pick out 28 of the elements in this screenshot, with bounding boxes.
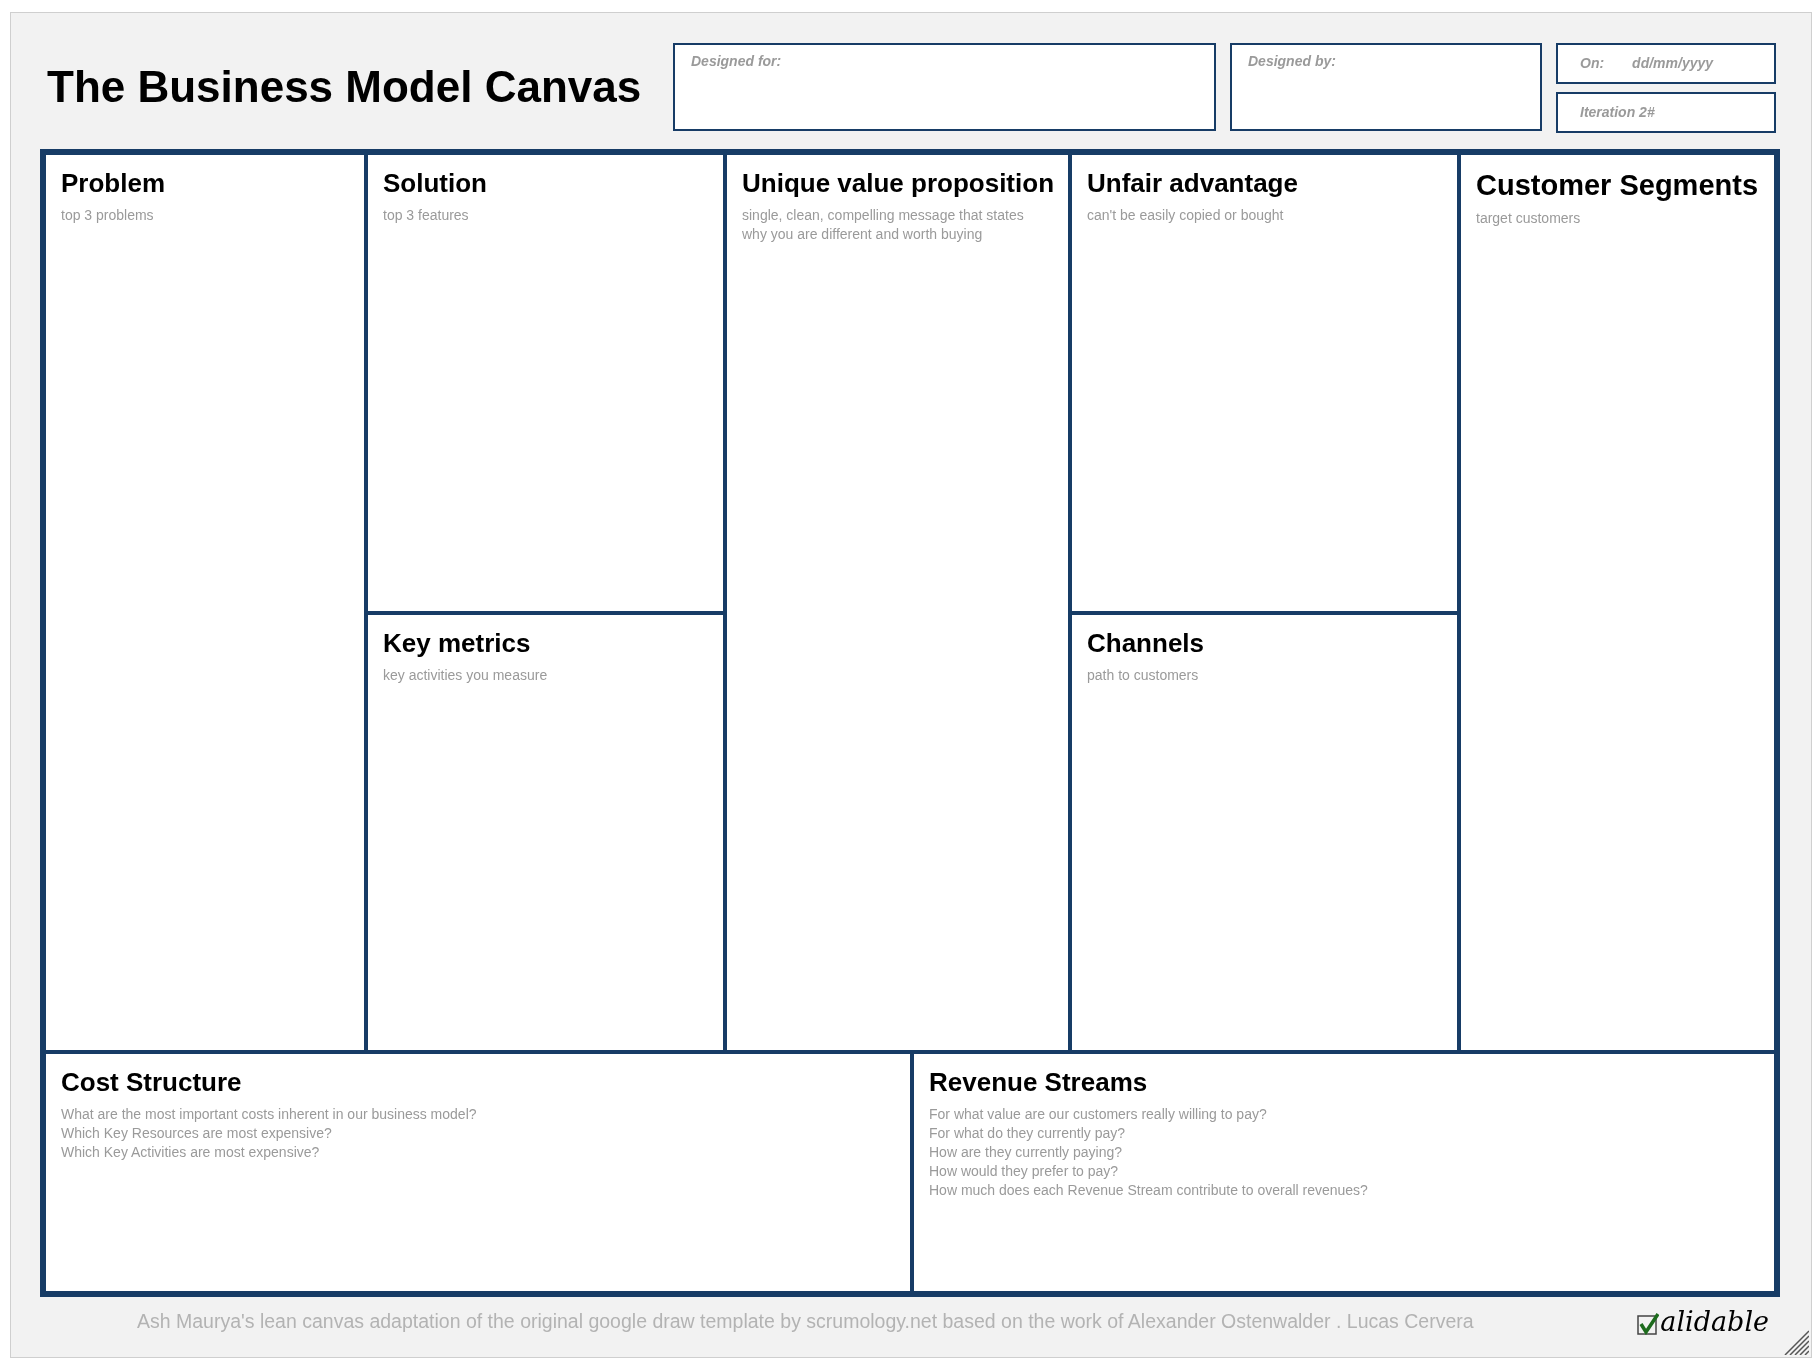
block-title: Key metrics <box>383 627 532 660</box>
block-hint: path to customers <box>1087 665 1200 685</box>
block-hint: key activities you measure <box>383 665 549 685</box>
block-hint: can't be easily copied or bought <box>1087 205 1285 225</box>
block-hint: For what value are our customers really willing to pay? For what do they currently pay? How are they currently paying? How would they prefer to pay? How much does each Revenue Stream contribute to overall revenues? <box>929 1104 1369 1200</box>
logo-wordmark: alidable <box>1660 1308 1769 1336</box>
block-title: Customer Segments <box>1476 168 1759 203</box>
block-hint: top 3 features <box>383 205 470 225</box>
block-title: Cost Structure <box>61 1066 243 1099</box>
date-field[interactable]: On: dd/mm/yyyy <box>1556 43 1776 84</box>
canvas-title: The Business Model Canvas <box>47 65 643 109</box>
block-hint: top 3 problems <box>61 205 155 225</box>
block-title: Problem <box>61 167 167 200</box>
block-hint: What are the most important costs inherent in our business model? Which Key Resources are most expensive? Which Key Activities are most expensive? <box>61 1104 478 1162</box>
block-title: Unique value proposition <box>742 167 1053 200</box>
resize-grip-icon <box>1783 1329 1809 1355</box>
footer-credit: Ash Maurya's lean canvas adaptation of the original google draw template by scrumology.net based on the work of Alexander Ostenwalder . Lucas Cervera <box>137 1309 1474 1334</box>
block-title: Solution <box>383 167 488 200</box>
iteration-field[interactable]: Iteration 2# <box>1556 92 1776 133</box>
date-input[interactable]: dd/mm/yyyy <box>1632 53 1753 74</box>
block-title: Unfair advantage <box>1087 167 1299 200</box>
checkbox-logo-icon <box>1637 1313 1660 1336</box>
text-field[interactable]: Designed by: <box>1230 43 1542 131</box>
block-hint: target customers <box>1476 209 1582 229</box>
block-title: Revenue Streams <box>929 1066 1149 1099</box>
block-title: Channels <box>1087 627 1206 660</box>
block-hint: single, clean, compelling message that states why you are different and worth buying <box>742 205 1025 244</box>
text-field[interactable]: Designed for: <box>673 43 1216 131</box>
